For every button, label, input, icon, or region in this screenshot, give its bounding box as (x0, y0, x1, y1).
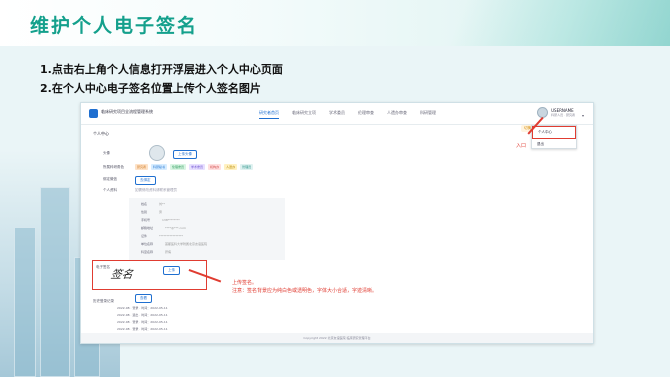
info-row-org: 单位名称 首都医科大学附属北京友谊医院 (141, 242, 208, 246)
upload-avatar-button[interactable]: 上传头像 (173, 150, 197, 159)
app-logo-icon (89, 109, 98, 118)
upload-signature-button[interactable]: 上传 (163, 266, 180, 275)
role-tag: 管理员 (240, 164, 254, 170)
nav-item-home[interactable]: 研究者首页 (259, 110, 279, 119)
signature-label: 电子签名 (96, 265, 110, 269)
dropdown-logout[interactable]: 退出 (532, 139, 576, 150)
bind-wechat-label: 绑定微信 (103, 177, 117, 181)
user-dropdown: 个人中心 退出 (531, 125, 577, 149)
bind-wechat-button[interactable]: 去绑定 (135, 176, 156, 185)
signature-image: 签名 (109, 268, 135, 281)
history-button[interactable]: 查看 (135, 294, 152, 303)
dropdown-personal-center[interactable]: 个人中心 (532, 126, 576, 139)
user-role: 科研人员 · 研究者 (551, 113, 575, 117)
building-tower (14, 227, 36, 377)
role-tag: 研究者 (135, 164, 149, 170)
history-item: 2022-08 · 登录 · 时间：2022-05-11 (117, 327, 168, 331)
info-row-email: 邮箱地址 ****@***.com (141, 226, 186, 230)
panel-title: 个人中心 (93, 131, 109, 136)
profile-info-hint: 如需修改资料请联系管理员 (135, 188, 177, 192)
nav-item-genetics[interactable]: 人遗办审查 (387, 110, 407, 119)
info-row-phone: 手机号 138******** (141, 218, 180, 222)
role-tag: 人遗办 (224, 164, 238, 170)
history-item: 2022-08 · 登录 · 时间：2022-05-11 (117, 320, 168, 324)
role-tag: 学术委员 (189, 164, 206, 170)
instructions: 1.点击右上角个人信息打开浮层进入个人中心页面 2.在个人中心电子签名位置上传个… (40, 60, 283, 98)
building-tower (40, 187, 70, 377)
nav-item-project[interactable]: 临床研究立项 (292, 110, 316, 119)
app-footer: Copyright 2022 北京友谊医院 临床研究管理平台 (81, 333, 593, 343)
nav-item-ethics[interactable]: 伦理审查 (358, 110, 374, 119)
role-tag: 科研秘书 (151, 164, 168, 170)
app-title: 临床研究项目全流程管理系统 (101, 109, 153, 114)
info-row-gender: 性别男 (141, 210, 163, 214)
user-menu[interactable]: USERNAME 科研人员 · 研究者 (537, 107, 575, 118)
step-1: 1.点击右上角个人信息打开浮层进入个人中心页面 (40, 63, 283, 76)
role-tags: 研究者 科研秘书 伦理委员 学术委员 机构办 人遗办 管理员 (135, 164, 254, 170)
nav-item-research[interactable]: 科研管理 (420, 110, 436, 119)
avatar-label: 头像 (103, 151, 110, 155)
history-item: 2022-08 · 登录 · 时间：2022-05-11 (117, 306, 168, 310)
main-nav: 研究者首页 临床研究立项 学术委员 伦理审查 人遗办审查 科研管理 (259, 110, 436, 119)
role-tag: 机构办 (208, 164, 222, 170)
info-row-dept: 科室名称 肝病 (141, 250, 172, 254)
app-header: 临床研究项目全流程管理系统 研究者首页 临床研究立项 学术委员 伦理审查 人遗办… (81, 103, 593, 125)
profile-info-label: 个人资料 (103, 188, 117, 192)
upload-annotation-note: 注意：签名背景应为纯白色或透明色，字体大小合适，字迹清晰。 (232, 288, 378, 294)
history-label: 历史登录记录 (93, 299, 114, 303)
profile-avatar (149, 145, 165, 161)
chevron-down-icon[interactable]: ▾ (582, 113, 584, 118)
step-2: 2.在个人中心电子签名位置上传个人签名图片 (40, 82, 261, 95)
nav-item-academic[interactable]: 学术委员 (329, 110, 345, 119)
role-tag: 伦理委员 (170, 164, 187, 170)
info-row-name: 姓名 刘** (141, 202, 166, 206)
upload-annotation-title: 上传签名。 (232, 280, 258, 286)
slide-title: 维护个人电子签名 (30, 15, 199, 37)
info-row-id: 证件 **************** (141, 234, 184, 238)
banner-wave (410, 0, 670, 46)
app-screenshot: 临床研究项目全流程管理系统 研究者首页 临床研究立项 学术委员 伦理审查 人遗办… (80, 102, 594, 344)
roles-label: 所属科研角色 (103, 165, 124, 169)
entry-annotation: 入口 (516, 143, 527, 149)
history-item: 2022-08 · 退出 · 时间：2022-05-11 (117, 313, 168, 317)
